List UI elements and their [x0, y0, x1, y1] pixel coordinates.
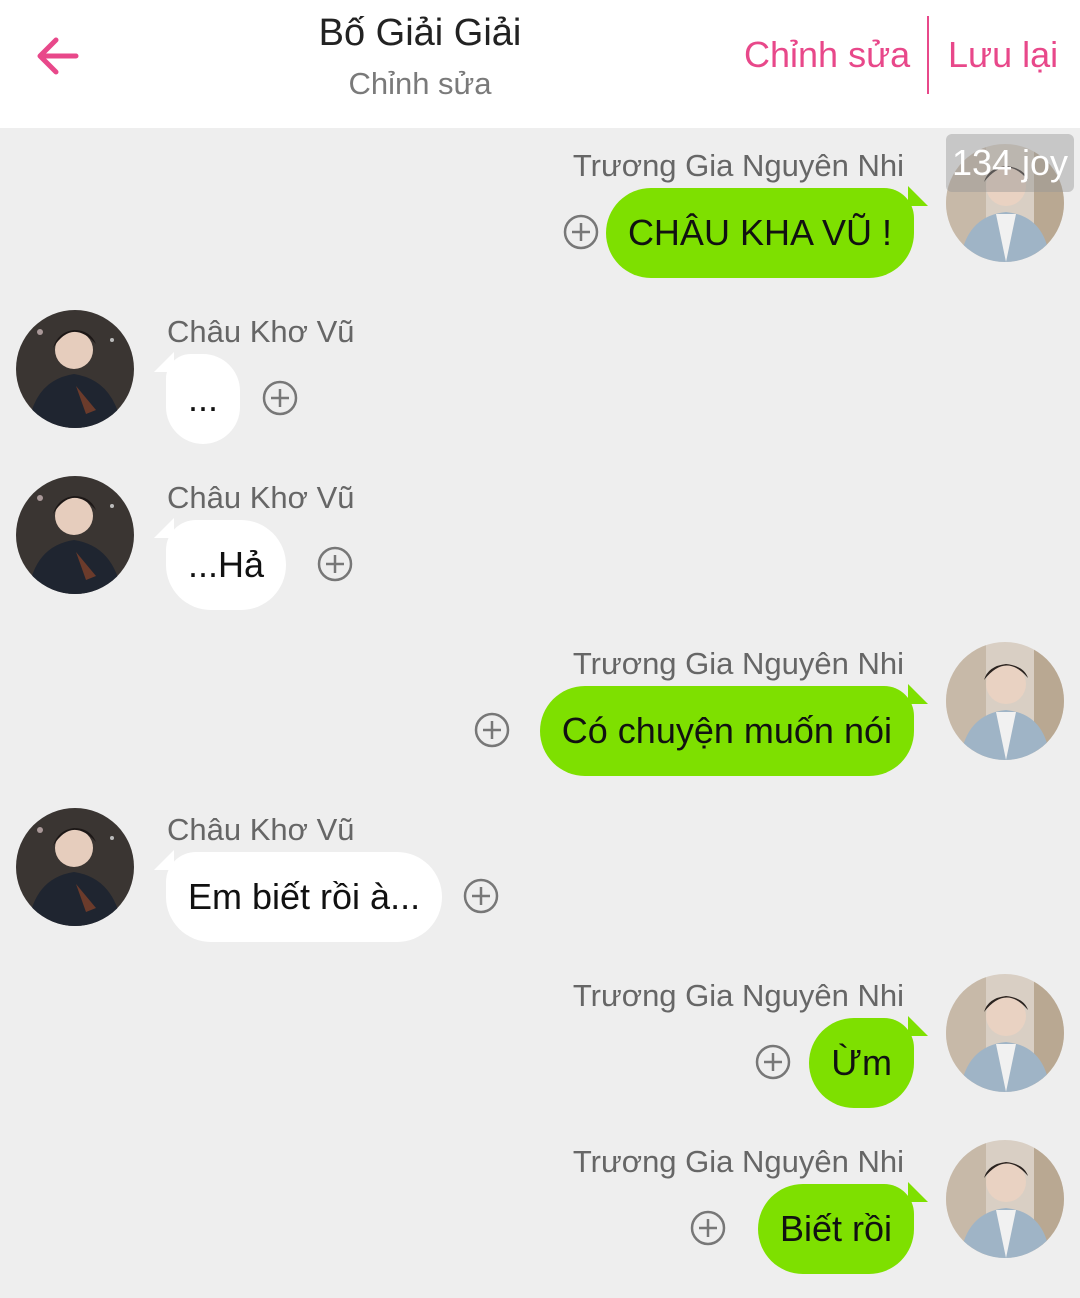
- avatar-right-image: [946, 642, 1064, 760]
- add-circle-icon[interactable]: [755, 1044, 791, 1080]
- message-bubble: CHÂU KHA VŨ !: [605, 188, 914, 278]
- avatar[interactable]: [16, 476, 134, 594]
- bubble-tail: [908, 186, 928, 206]
- message-bubble: Ừm: [809, 1018, 914, 1108]
- bubble-tail: [908, 1016, 928, 1036]
- message-bubble: Có chuyện muốn nói: [539, 686, 914, 776]
- message-sender: Trương Gia Nguyên Nhi: [572, 148, 904, 183]
- watermark: 134 joy: [946, 134, 1074, 192]
- message-sender: Trương Gia Nguyên Nhi: [572, 978, 904, 1013]
- header-divider: [927, 16, 929, 94]
- bubble-tail: [908, 1182, 928, 1202]
- avatar[interactable]: [946, 642, 1064, 760]
- avatar-left-image: [16, 310, 134, 428]
- back-arrow-icon[interactable]: [30, 28, 86, 84]
- chat-title: Bố Giải Giải: [318, 12, 522, 54]
- message-sender: Châu Khơ Vũ: [167, 812, 355, 847]
- add-circle-icon[interactable]: [474, 712, 510, 748]
- message-sender: Châu Khơ Vũ: [167, 480, 355, 515]
- add-circle-icon[interactable]: [563, 214, 599, 250]
- message-bubble: ...: [166, 354, 241, 444]
- bubble-tail: [908, 684, 928, 704]
- message-sender: Trương Gia Nguyên Nhi: [572, 1144, 904, 1179]
- message-bubble: Em biết rồi à...: [166, 852, 443, 942]
- top-bar: Bố Giải Giải Chỉnh sửa Chỉnh sửa Lưu lại: [0, 0, 1080, 128]
- message-sender: Châu Khơ Vũ: [167, 314, 355, 349]
- avatar[interactable]: [16, 808, 134, 926]
- avatar[interactable]: [946, 974, 1064, 1092]
- avatar[interactable]: [16, 310, 134, 428]
- message-sender: Trương Gia Nguyên Nhi: [572, 646, 904, 681]
- avatar-left-image: [16, 808, 134, 926]
- add-circle-icon[interactable]: [317, 546, 353, 582]
- edit-button[interactable]: Chỉnh sửa: [744, 34, 910, 76]
- add-circle-icon[interactable]: [690, 1210, 726, 1246]
- avatar-left-image: [16, 476, 134, 594]
- message-bubble: ...Hả: [166, 520, 287, 610]
- save-button[interactable]: Lưu lại: [948, 34, 1058, 76]
- avatar[interactable]: [946, 1140, 1064, 1258]
- add-circle-icon[interactable]: [463, 878, 499, 914]
- chat-subtitle: Chỉnh sửa: [348, 66, 492, 101]
- message-bubble: Biết rồi: [757, 1184, 914, 1274]
- avatar-right-image: [946, 974, 1064, 1092]
- add-circle-icon[interactable]: [262, 380, 298, 416]
- avatar-right-image: [946, 1140, 1064, 1258]
